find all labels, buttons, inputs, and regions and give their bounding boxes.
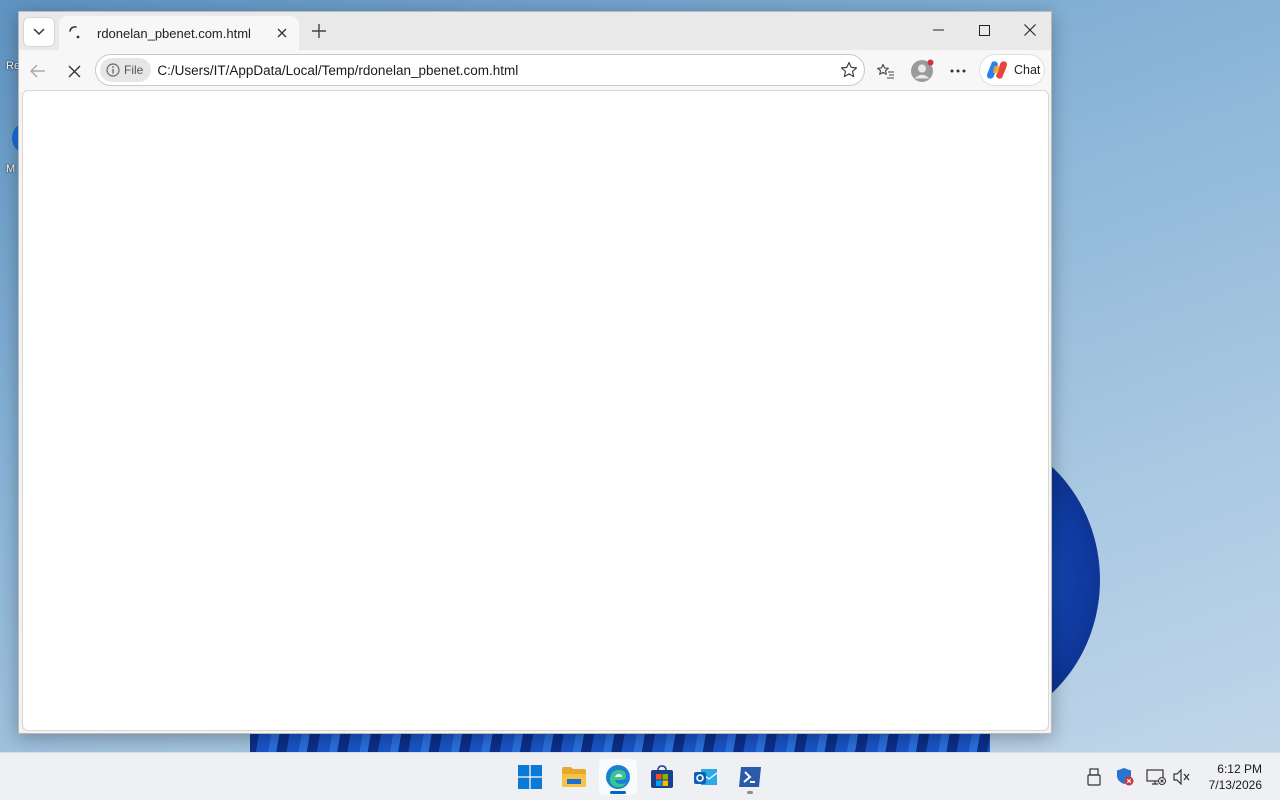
taskbar-store[interactable] xyxy=(643,759,681,795)
close-icon xyxy=(277,28,287,38)
favorite-button[interactable] xyxy=(834,55,864,85)
taskbar-terminal[interactable] xyxy=(731,759,769,795)
plus-icon xyxy=(312,24,326,38)
tab-title: rdonelan_pbenet.com.html xyxy=(97,25,251,41)
clock-date: 7/13/2026 xyxy=(1208,778,1262,792)
minimize-button[interactable] xyxy=(915,12,961,48)
start-icon xyxy=(518,765,542,789)
usb-icon xyxy=(1087,768,1101,786)
volume-tray-icon[interactable] xyxy=(1172,767,1192,787)
site-info-button[interactable]: File xyxy=(100,58,152,82)
new-tab-button[interactable] xyxy=(305,18,333,44)
start-button[interactable] xyxy=(511,759,549,795)
back-button[interactable] xyxy=(23,56,53,86)
tab-actions-menu-button[interactable] xyxy=(23,17,55,47)
close-tab-button[interactable] xyxy=(269,20,295,46)
shield-warning-icon xyxy=(1117,768,1134,786)
close-window-button[interactable] xyxy=(1007,12,1053,48)
minimize-icon xyxy=(932,29,944,31)
favorites-list-icon xyxy=(877,63,894,79)
taskbar: 6:12 PM 7/13/2026 xyxy=(0,752,1280,800)
clock-time: 6:12 PM xyxy=(1217,762,1262,776)
loading-spinner-icon xyxy=(69,26,80,39)
profile-button[interactable] xyxy=(907,56,937,86)
terminal-icon xyxy=(739,767,761,787)
stop-loading-button[interactable] xyxy=(59,56,89,86)
maximize-icon xyxy=(978,24,990,36)
chevron-down-icon xyxy=(33,28,45,36)
back-arrow-icon xyxy=(30,64,45,78)
url-text[interactable]: C:/Users/IT/AppData/Local/Temp/rdonelan_… xyxy=(157,63,834,78)
chat-label: Chat xyxy=(1014,63,1041,77)
usb-device-tray-icon[interactable] xyxy=(1084,767,1104,787)
close-icon xyxy=(1024,24,1036,36)
address-bar[interactable]: File C:/Users/IT/AppData/Local/Temp/rdon… xyxy=(95,54,865,86)
profile-avatar-icon xyxy=(911,59,934,82)
favorites-button[interactable] xyxy=(871,56,901,86)
star-icon xyxy=(840,61,858,78)
system-clock[interactable]: 6:12 PM 7/13/2026 xyxy=(1209,761,1262,793)
copilot-chat-button[interactable]: Chat xyxy=(979,54,1045,86)
file-explorer-icon xyxy=(562,767,586,787)
taskbar-edge[interactable] xyxy=(599,759,637,795)
taskbar-outlook[interactable] xyxy=(687,759,725,795)
scheme-label: File xyxy=(124,63,144,77)
more-dots-icon xyxy=(950,69,966,73)
security-tray-icon[interactable] xyxy=(1115,767,1135,787)
store-icon xyxy=(651,765,673,788)
browser-tab[interactable]: rdonelan_pbenet.com.html xyxy=(59,16,299,50)
browser-window: rdonelan_pbenet.com.html File C:/Users/I… xyxy=(18,11,1052,734)
browser-toolbar: File C:/Users/IT/AppData/Local/Temp/rdon… xyxy=(19,50,1051,92)
volume-muted-icon xyxy=(1173,769,1190,785)
stop-icon xyxy=(68,65,80,77)
network-disconnected-icon xyxy=(1146,769,1166,785)
running-app-indicator xyxy=(747,791,753,794)
copilot-icon xyxy=(987,61,1007,79)
taskbar-file-explorer[interactable] xyxy=(555,759,593,795)
active-app-indicator xyxy=(610,791,626,794)
outlook-icon xyxy=(694,769,718,785)
maximize-button[interactable] xyxy=(961,12,1007,48)
settings-more-button[interactable] xyxy=(943,56,973,86)
edge-icon xyxy=(606,765,630,789)
page-content-area[interactable] xyxy=(22,90,1049,731)
tab-strip: rdonelan_pbenet.com.html xyxy=(19,12,1051,50)
network-tray-icon[interactable] xyxy=(1146,767,1166,787)
info-icon xyxy=(106,63,120,77)
desktop-icon-label[interactable]: M xyxy=(6,163,15,175)
